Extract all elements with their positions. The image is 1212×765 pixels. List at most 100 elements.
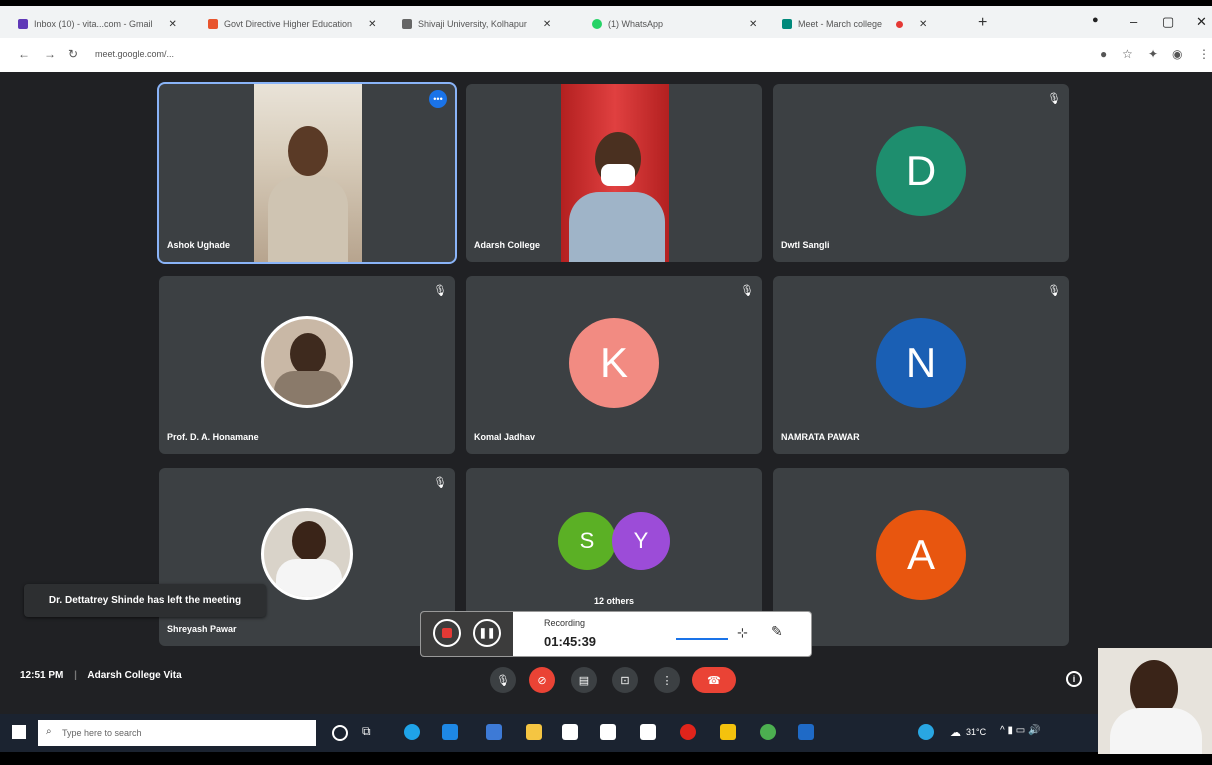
camera-icon[interactable]: ● [1100,47,1107,61]
app-icon[interactable] [798,724,814,740]
face-mask [601,164,635,186]
mic-button[interactable]: 🎙 [490,667,516,693]
avatar: N [876,318,966,408]
captions-button[interactable]: ▤ [571,667,597,693]
avatar: D [876,126,966,216]
recording-label: Recording [544,618,586,628]
person-head [288,126,328,176]
gmail-icon [18,19,28,29]
new-tab-button[interactable]: + [978,14,987,32]
extension-icon[interactable]: ✦ [1148,47,1158,61]
present-button[interactable]: ⊡ [612,667,638,693]
participant-name: Dwtl Sangli [781,240,830,250]
participant-tile[interactable]: 🎙 K Komal Jadhav [466,276,762,454]
more-options-button[interactable]: ⋮ [654,667,680,693]
avatar[interactable]: ◉ [1172,47,1182,61]
weather-icon: ☁ [950,727,961,739]
cortana-icon[interactable] [332,725,348,741]
avatar: A [876,510,966,600]
more-options-icon[interactable]: ••• [429,90,447,108]
menu-icon[interactable]: ⋮ [1198,47,1210,61]
close-icon[interactable]: ✕ [169,19,177,30]
participant-name: Komal Jadhav [474,432,536,442]
reload-icon[interactable]: ↻ [68,47,78,61]
windows-start-icon[interactable] [12,725,26,739]
temperature: 31°C [966,727,987,737]
close-icon[interactable]: ✕ [749,19,757,30]
participant-name: Ashok Ughade [167,240,231,250]
close-icon[interactable]: ✕ [919,19,927,30]
minimize-button[interactable]: – [1130,14,1137,29]
close-window-button[interactable]: ✕ [1196,14,1207,30]
pause-recording-button[interactable]: ❚❚ [473,619,501,647]
chrome-icon[interactable] [760,724,776,740]
profile-icon[interactable]: ● [1092,14,1099,26]
browser-tab[interactable]: Inbox (10) - vita...com - Gmail ✕ [18,12,193,36]
avatar [261,316,353,408]
browser-tab-active[interactable]: Meet - March college ✕ [782,12,960,36]
forward-icon[interactable]: → [44,47,56,61]
pen-icon[interactable]: ✎ [771,623,783,640]
others-count: 12 others [593,596,635,606]
tab-label: (1) WhatsApp [608,19,664,29]
site-icon [402,19,412,29]
back-icon[interactable]: ← [18,47,30,61]
participant-name: Prof. D. A. Honamane [167,432,259,442]
mic-off-icon: 🎙 [1047,285,1061,297]
store-icon[interactable] [442,724,458,740]
participant-name: Shreyash Pawar [167,624,237,634]
present-icon: ⊡ [620,674,630,687]
person-body [1110,708,1202,754]
browser-tab[interactable]: Shivaji University, Kolhapur ✕ [402,12,582,36]
cursor-icon[interactable]: ⊹ [737,625,748,641]
close-icon[interactable]: ✕ [543,19,551,30]
leave-call-button[interactable]: ☎ [692,667,736,693]
participant-tile[interactable]: ••• Ashok Ughade [157,82,457,264]
participant-tile[interactable]: 🎙 Shreyash Pawar [159,468,455,646]
app-icon[interactable] [562,724,578,740]
bottom-strip [0,752,1212,765]
participant-name: Adarsh College [474,240,541,250]
divider: | [74,670,77,681]
tab-label: Shivaji University, Kolhapur [418,19,527,29]
participant-name: NAMRATA PAWAR [781,432,860,442]
mic-off-icon: 🎙 [740,285,754,297]
edge-icon[interactable] [404,724,420,740]
url-field[interactable]: meet.google.com/... [95,49,174,59]
file-explorer-icon[interactable] [720,724,736,740]
captions-icon: ▤ [578,674,590,687]
participant-tile[interactable]: 🎙 N NAMRATA PAWAR [773,276,1069,454]
mic-off-icon: 🎙 [433,477,447,489]
app-icon[interactable] [486,724,502,740]
person-head [292,521,326,561]
meeting-info: 12:51 PM | Adarsh College Vita [20,670,182,681]
participant-tile[interactable]: 🎙 D Dwtl Sangli [773,84,1069,262]
task-view-icon[interactable]: ⧉ [362,724,371,739]
star-icon[interactable]: ☆ [1122,47,1133,61]
app-icon[interactable] [600,724,616,740]
pause-icon: ❚❚ [478,627,496,639]
camera-off-button[interactable]: ⊘ [529,667,555,693]
app-icon[interactable] [640,724,656,740]
browser-tab[interactable]: Govt Directive Higher Education ✕ [208,12,388,36]
participant-tile[interactable]: A [773,468,1069,646]
recording-timer: 01:45:39 [544,634,597,649]
app-icon[interactable] [526,724,542,740]
info-icon[interactable]: i [1066,671,1082,687]
maximize-button[interactable]: ▢ [1162,14,1174,30]
person-body [274,371,342,405]
system-tray-icons[interactable]: ^ ▮ ▭ 🔊 [1000,725,1040,736]
stop-recording-button[interactable] [433,619,461,647]
close-icon[interactable]: ✕ [368,19,376,30]
recording-progress [676,638,728,640]
participant-tile[interactable]: 🎙 Prof. D. A. Honamane [159,276,455,454]
browser-tab[interactable]: (1) WhatsApp ✕ [592,12,772,36]
windows-taskbar: ⌕ Type here to search ⧉ ☁ 31°C ^ ▮ ▭ 🔊 [0,714,1212,752]
taskbar-search[interactable]: ⌕ Type here to search [38,720,316,746]
app-icon[interactable] [918,724,934,740]
avatar: Y [612,512,670,570]
participant-tile[interactable]: Adarsh College [466,84,762,262]
opera-icon[interactable] [680,724,696,740]
video-feed [254,84,362,262]
person-body [569,192,665,262]
